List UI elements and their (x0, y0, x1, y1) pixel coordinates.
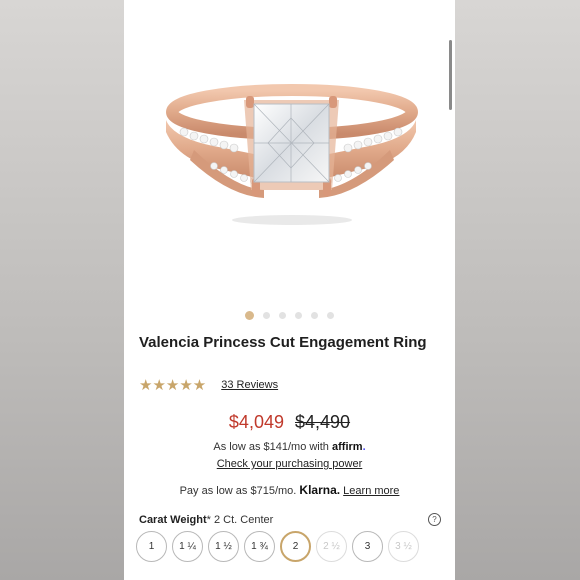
carat-option-disabled[interactable]: 2 ½ (316, 531, 347, 562)
product-title: Valencia Princess Cut Engagement Ring (139, 334, 427, 351)
klarna-learn-more-link[interactable]: Learn more (343, 485, 399, 497)
klarna-logo: Klarna. (299, 483, 341, 497)
klarna-message: Pay as low as $715/mo. Klarna. Learn mor… (124, 483, 455, 497)
carat-option-disabled[interactable]: 3 ½ (388, 531, 419, 562)
background-left (0, 0, 124, 580)
rating-row: ★★★★★ 33 Reviews (139, 376, 278, 394)
affirm-text: As low as $141/mo with (213, 441, 329, 453)
original-price: $4,490 (295, 412, 351, 432)
affirm-message: As low as $141/mo with affirm. (124, 441, 455, 453)
carousel-dot[interactable] (279, 312, 286, 319)
ring-image (166, 84, 418, 225)
carat-option[interactable]: 1 (136, 531, 167, 562)
carousel-dot[interactable] (245, 311, 254, 320)
carousel-dot[interactable] (311, 312, 318, 319)
carousel-dots (124, 311, 455, 320)
affirm-logo: affirm (332, 441, 363, 453)
carat-weight-header: Carat Weight* 2 Ct. Center ? (139, 513, 441, 526)
check-purchasing-power-link[interactable]: Check your purchasing power (124, 458, 455, 470)
required-asterisk: * (206, 514, 211, 526)
carat-weight-value: 2 Ct. Center (213, 514, 274, 526)
rating-stars: ★★★★★ (139, 377, 207, 394)
carousel-dot[interactable] (327, 312, 334, 319)
price-row: $4,049 $4,490 (124, 412, 455, 433)
scrollbar[interactable] (449, 40, 452, 110)
carat-weight-label: Carat Weight (139, 514, 207, 526)
klarna-text: Pay as low as $715/mo. (179, 485, 297, 497)
product-page: Valencia Princess Cut Engagement Ring ★★… (124, 0, 455, 580)
carat-option[interactable]: 1 ¼ (172, 531, 203, 562)
carat-option-selected[interactable]: 2 (280, 531, 311, 562)
carat-option[interactable]: 1 ½ (208, 531, 239, 562)
carat-option[interactable]: 3 (352, 531, 383, 562)
sale-price: $4,049 (228, 412, 284, 432)
background-right (455, 0, 580, 580)
carousel-dot[interactable] (295, 312, 302, 319)
help-icon[interactable]: ? (428, 513, 441, 526)
affirm-arc-icon: . (362, 441, 366, 453)
carousel-dot[interactable] (263, 312, 270, 319)
reviews-link[interactable]: 33 Reviews (221, 379, 278, 391)
carat-options: 1 1 ¼ 1 ½ 1 ¾ 2 2 ½ 3 3 ½ (136, 531, 419, 562)
carat-option[interactable]: 1 ¾ (244, 531, 275, 562)
product-image[interactable] (154, 70, 424, 230)
